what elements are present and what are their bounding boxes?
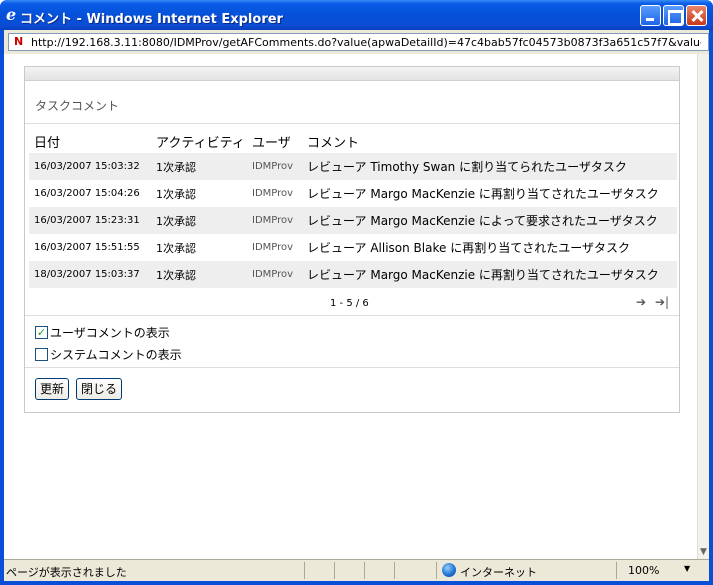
title-bar[interactable]: e コメント - Windows Internet Explorer bbox=[0, 0, 713, 30]
close-button[interactable]: 閉じる bbox=[76, 378, 123, 400]
row-activity: 1次承認 bbox=[151, 207, 247, 234]
address-field[interactable]: N http://192.168.3.11:8080/IDMProv/getAF… bbox=[8, 33, 709, 51]
row-activity: 1次承認 bbox=[156, 241, 196, 255]
row-activity: 1次承認 bbox=[151, 261, 247, 288]
row-user: IDMProv bbox=[252, 188, 294, 199]
divider bbox=[25, 315, 679, 316]
row-user: IDMProv bbox=[247, 153, 302, 180]
page-content: タスクコメント 日付 アクティビティ ユーザ コメント 16/03/2007 1… bbox=[4, 54, 697, 559]
divider bbox=[25, 367, 679, 368]
row-date: 18/03/2007 15:03:37 bbox=[29, 261, 151, 288]
status-divider bbox=[436, 562, 437, 579]
column-header-user: ユーザ bbox=[252, 135, 291, 151]
row-activity: 1次承認 bbox=[151, 153, 247, 180]
scroll-down-icon[interactable]: ▼ bbox=[700, 547, 707, 557]
window-title: コメント - Windows Internet Explorer bbox=[20, 12, 283, 27]
pagination-status: 1 - 5 / 6 bbox=[330, 298, 369, 309]
status-divider bbox=[334, 562, 335, 579]
column-header-date: 日付 bbox=[34, 135, 61, 151]
row-comment: レビューア Margo MacKenzie に再割り当てされたユーザタスク bbox=[302, 261, 677, 288]
show-system-comments-option[interactable]: システムコメントの表示 bbox=[35, 346, 182, 363]
status-divider bbox=[304, 562, 305, 579]
comments-table: 日付 アクティビティ ユーザ コメント 16/03/2007 15:03:32 … bbox=[29, 129, 677, 288]
last-page-icon[interactable]: ➔| bbox=[655, 295, 669, 309]
show-system-comments-label: システムコメントの表示 bbox=[50, 348, 182, 362]
panel-header-bar bbox=[25, 67, 679, 81]
security-zone-label: インターネット bbox=[460, 566, 537, 579]
status-text: ページが表示されました bbox=[6, 566, 127, 579]
panel-title: タスクコメント bbox=[35, 99, 120, 113]
address-url: http://192.168.3.11:8080/IDMProv/getAFCo… bbox=[31, 36, 701, 49]
row-comment: レビューア Margo MacKenzie によって要求されたユーザタスク bbox=[302, 207, 677, 234]
table-header-row: 日付 アクティビティ ユーザ コメント bbox=[29, 129, 677, 153]
show-system-comments-checkbox[interactable] bbox=[35, 348, 48, 361]
maximize-button[interactable] bbox=[663, 5, 684, 26]
row-activity: 1次承認 bbox=[156, 187, 196, 201]
row-comment: レビューア Margo MacKenzie に再割り当てされたユーザタスク bbox=[307, 187, 659, 201]
row-comment: レビューア Timothy Swan に割り当てられたユーザタスク bbox=[302, 153, 677, 180]
next-page-icon[interactable]: ➔ bbox=[636, 295, 646, 309]
row-date: 16/03/2007 15:51:55 bbox=[34, 242, 140, 253]
comments-panel: タスクコメント 日付 アクティビティ ユーザ コメント 16/03/2007 1… bbox=[24, 66, 680, 413]
column-header-comment: コメント bbox=[307, 135, 360, 151]
zoom-level[interactable]: 100% bbox=[628, 564, 659, 577]
status-divider bbox=[364, 562, 365, 579]
table-row: 16/03/2007 15:51:55 1次承認 IDMProv レビューア A… bbox=[29, 234, 677, 261]
page-favicon-icon: N bbox=[14, 35, 24, 48]
internet-zone-icon bbox=[442, 563, 456, 577]
row-date: 16/03/2007 15:23:31 bbox=[29, 207, 151, 234]
show-user-comments-label: ユーザコメントの表示 bbox=[50, 326, 170, 340]
table-row: 18/03/2007 15:03:37 1次承認 IDMProv レビューア M… bbox=[29, 261, 677, 288]
row-date: 16/03/2007 15:03:32 bbox=[29, 153, 151, 180]
row-comment: レビューア Allison Blake に再割り当てされたユーザタスク bbox=[307, 241, 630, 255]
table-row: 16/03/2007 15:23:31 1次承認 IDMProv レビューア M… bbox=[29, 207, 677, 234]
address-bar: N http://192.168.3.11:8080/IDMProv/getAF… bbox=[4, 30, 709, 54]
row-user: IDMProv bbox=[247, 207, 302, 234]
zoom-dropdown-icon[interactable]: ▼ bbox=[684, 564, 690, 573]
column-header-activity: アクティビティ bbox=[156, 135, 245, 151]
row-date: 16/03/2007 15:04:26 bbox=[34, 188, 140, 199]
vertical-scrollbar[interactable]: ▼ bbox=[697, 54, 709, 559]
status-divider bbox=[616, 562, 617, 579]
row-user: IDMProv bbox=[252, 242, 294, 253]
status-bar: ページが表示されました インターネット 100% ▼ bbox=[4, 559, 709, 581]
table-row: 16/03/2007 15:03:32 1次承認 IDMProv レビューア T… bbox=[29, 153, 677, 180]
divider bbox=[25, 123, 679, 124]
browser-window: e コメント - Windows Internet Explorer N htt… bbox=[0, 0, 713, 585]
show-user-comments-checkbox[interactable]: ✓ bbox=[35, 326, 48, 339]
close-window-button[interactable] bbox=[686, 5, 707, 26]
show-user-comments-option[interactable]: ✓ ユーザコメントの表示 bbox=[35, 324, 170, 341]
refresh-button[interactable]: 更新 bbox=[35, 378, 70, 400]
status-divider bbox=[394, 562, 395, 579]
minimize-button[interactable] bbox=[640, 5, 661, 26]
table-row: 16/03/2007 15:04:26 1次承認 IDMProv レビューア M… bbox=[29, 180, 677, 207]
row-user: IDMProv bbox=[247, 261, 302, 288]
